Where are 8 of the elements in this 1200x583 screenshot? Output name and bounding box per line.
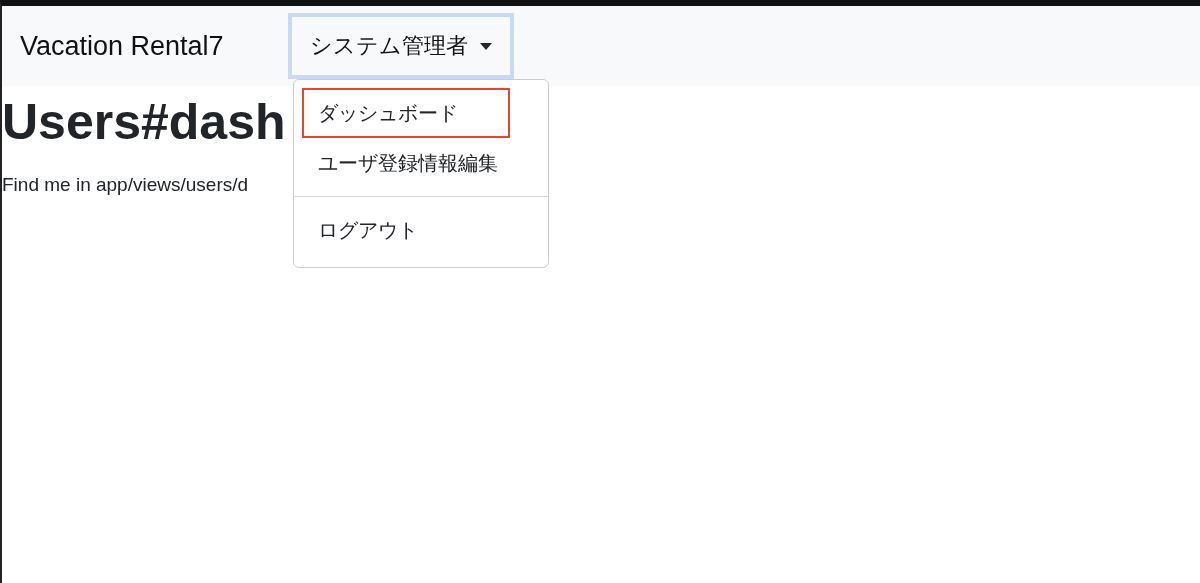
brand-link[interactable]: Vacation Rental7: [20, 30, 224, 62]
user-dropdown-toggle[interactable]: システム管理者: [287, 13, 514, 79]
menu-item[interactable]: ユーザ登録情報編集: [301, 138, 514, 188]
caret-icon: [479, 42, 492, 50]
menu-item[interactable]: ログアウト: [301, 205, 510, 255]
page-heading: Users#dash: [2, 93, 286, 152]
body-text: Find me in app/views/users/d: [2, 174, 249, 196]
menu-item[interactable]: ダッシュボード: [301, 88, 510, 138]
